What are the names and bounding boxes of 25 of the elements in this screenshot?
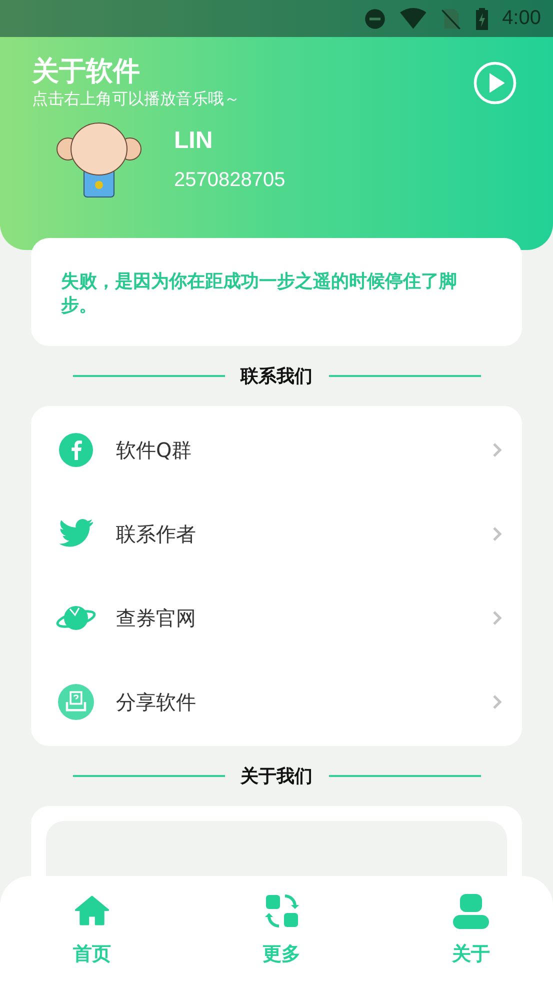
section-heading: 联系我们 xyxy=(240,365,312,388)
no-sim-icon xyxy=(440,8,462,30)
subtitle: 点击右上角可以播放音乐哦～ xyxy=(32,89,240,109)
page-title: 关于软件 xyxy=(32,55,141,89)
user-name: LIN xyxy=(174,126,214,154)
facebook-icon xyxy=(56,432,96,468)
chevron-right-icon xyxy=(492,694,502,710)
menu-item[interactable]: 软件Q群 xyxy=(31,408,522,492)
menu-item[interactable]: 分享软件 xyxy=(31,660,522,744)
chevron-right-icon xyxy=(492,442,502,458)
battery-icon xyxy=(476,8,488,30)
user-id: 2570828705 xyxy=(174,168,286,192)
swap-grid-icon xyxy=(262,892,300,928)
wifi-icon xyxy=(400,8,426,30)
do-not-disturb-icon xyxy=(364,8,386,30)
quote-text: 失败，是因为你在距成功一步之遥的时候停住了脚步。 xyxy=(61,270,458,318)
menu-item[interactable]: 查券官网 xyxy=(31,576,522,660)
person-icon xyxy=(452,892,490,928)
menu-item[interactable]: 联系作者 xyxy=(31,492,522,576)
chevron-right-icon xyxy=(492,610,502,626)
play-icon[interactable] xyxy=(473,61,517,105)
clock: 4:00 xyxy=(502,7,541,30)
section-heading: 关于我们 xyxy=(240,765,312,788)
chevron-right-icon xyxy=(492,526,502,542)
share-box-icon xyxy=(56,684,96,720)
